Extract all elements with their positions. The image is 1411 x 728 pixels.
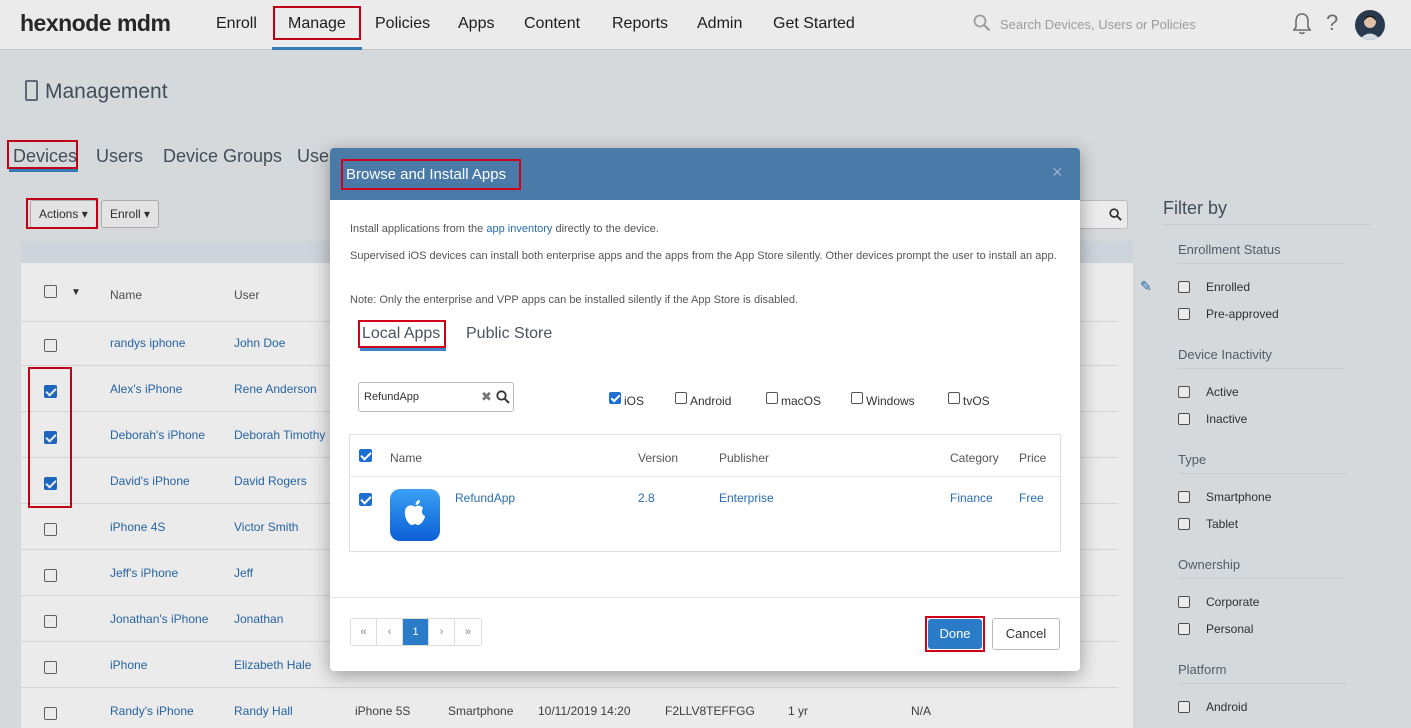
divider (350, 476, 1060, 477)
last-page-button[interactable]: » (455, 619, 481, 645)
active-tab-indicator (360, 348, 446, 351)
app-category: Finance (950, 491, 993, 505)
browse-install-apps-modal: Browse and Install Apps × Install applic… (330, 148, 1080, 671)
highlight-box (925, 616, 985, 652)
os-filter-checkbox[interactable] (675, 392, 687, 404)
os-filter-label[interactable]: tvOS (963, 394, 990, 408)
intro-text: Install applications from the app invent… (350, 221, 1065, 238)
app-store-note: Note: Only the enterprise and VPP apps c… (350, 294, 799, 306)
app-column-publisher: Publisher (719, 451, 770, 465)
supervised-note: Supervised iOS devices can install both … (350, 250, 1057, 262)
app-version: 2.8 (638, 491, 655, 505)
apple-app-icon (390, 489, 440, 541)
intro-text-after: directly to the device. (552, 223, 659, 235)
highlight-box (358, 320, 446, 348)
select-all-apps-checkbox[interactable] (359, 449, 372, 462)
os-filter-label[interactable]: Android (690, 394, 731, 408)
app-name[interactable]: RefundApp (455, 491, 515, 505)
app-column-version: Version (638, 451, 679, 465)
os-filter-checkbox[interactable] (609, 392, 621, 404)
intro-text-before: Install applications from the (350, 223, 487, 235)
os-filter-label[interactable]: macOS (781, 394, 821, 408)
highlight-box (341, 159, 521, 190)
os-filter-checkbox[interactable] (948, 392, 960, 404)
app-price: Free (1019, 491, 1044, 505)
apple-logo-icon (404, 500, 425, 525)
os-filter-checkbox[interactable] (851, 392, 863, 404)
app-inventory-link[interactable]: app inventory (486, 223, 552, 235)
app-search-value: RefundApp (364, 391, 420, 403)
close-icon[interactable]: × (1052, 162, 1063, 183)
tab-public-store[interactable]: Public Store (466, 325, 552, 343)
app-publisher: Enterprise (719, 491, 774, 505)
os-filter-label[interactable]: iOS (624, 394, 644, 408)
app-column-category: Category (950, 451, 999, 465)
os-filter-label[interactable]: Windows (866, 394, 915, 408)
clear-icon[interactable]: ✖ (481, 389, 492, 405)
prev-page-button[interactable]: ‹ (377, 619, 403, 645)
first-page-button[interactable]: « (351, 619, 377, 645)
cancel-button[interactable]: Cancel (992, 618, 1060, 650)
app-column-name: Name (390, 451, 423, 465)
app-search-input[interactable]: RefundApp ✖ (358, 382, 514, 412)
os-filter-checkbox[interactable] (766, 392, 778, 404)
next-page-button[interactable]: › (429, 619, 455, 645)
divider (330, 597, 1080, 598)
app-row-checkbox[interactable] (359, 493, 372, 506)
app-column-price: Price (1019, 451, 1047, 465)
page-1-button[interactable]: 1 (403, 619, 429, 645)
pagination: « ‹ 1 › » (350, 618, 482, 646)
search-icon[interactable] (496, 390, 510, 404)
modal-header: Browse and Install Apps × (330, 148, 1080, 200)
